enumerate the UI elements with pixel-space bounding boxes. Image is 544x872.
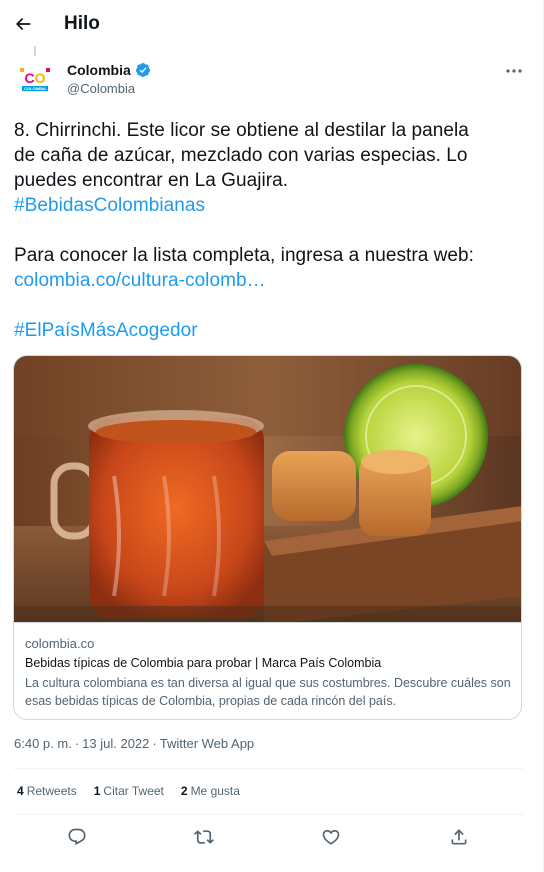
- tweet-text-line: de caña de azúcar, mezclado con varias e…: [14, 145, 468, 166]
- verified-badge-icon: [135, 63, 150, 77]
- reply-button[interactable]: [66, 826, 88, 848]
- quotes-count: 1: [93, 784, 101, 798]
- likes-label: Me gusta: [190, 784, 240, 798]
- retweets-stat[interactable]: 4 Retweets: [17, 784, 77, 798]
- page-title: Hilo: [64, 13, 100, 34]
- tweet-stats: 4 Retweets 1 Citar Tweet 2 Me gusta: [17, 784, 240, 798]
- thread-page: Hilo CO COLOMBIA Colombia @Colombia 8. C…: [0, 0, 544, 872]
- link-preview-card[interactable]: colombia.co Bebidas típicas de Colombia …: [13, 355, 522, 720]
- retweet-button[interactable]: [193, 826, 215, 848]
- likes-count: 2: [180, 784, 188, 798]
- heart-icon: [322, 829, 340, 845]
- author-handle[interactable]: @Colombia: [67, 81, 135, 96]
- arrow-left-icon: [16, 18, 31, 30]
- retweets-count: 4: [17, 784, 24, 798]
- tweet-text-line: 8. Chirrinchi. Este licor se obtiene al …: [14, 120, 469, 141]
- tweet-date[interactable]: 13 jul. 2022: [82, 736, 149, 751]
- meta-separator: ·: [74, 736, 80, 751]
- quotes-label: Citar Tweet: [103, 784, 164, 798]
- avatar[interactable]: CO COLOMBIA: [16, 61, 54, 99]
- svg-text:COLOMBIA: COLOMBIA: [24, 86, 46, 91]
- colombia-logo: CO COLOMBIA: [19, 67, 51, 93]
- tweet-source-app[interactable]: Twitter Web App: [160, 736, 254, 751]
- tweet-text-line: Para conocer la lista completa, ingresa …: [14, 245, 474, 266]
- like-button[interactable]: [320, 826, 342, 848]
- hashtag-link[interactable]: #ElPaísMásAcogedor: [14, 318, 524, 343]
- svg-text:CO: CO: [24, 70, 45, 86]
- reply-icon: [68, 828, 86, 846]
- author-name-text: Colombia: [67, 62, 131, 78]
- retweets-label: Retweets: [26, 784, 77, 798]
- retweet-icon: [194, 830, 214, 844]
- tweet-actions: [14, 820, 523, 854]
- tweet-text-line: puedes encontrar en La Guajira.: [14, 170, 289, 191]
- author-name[interactable]: Colombia: [67, 62, 151, 78]
- url-link[interactable]: colombia.co/cultura-colomb…: [14, 268, 524, 293]
- more-options-button[interactable]: [502, 62, 526, 80]
- thread-connector-line: [34, 46, 36, 56]
- card-image: [14, 356, 521, 622]
- card-description: La cultura colombiana es tan diversa al …: [25, 676, 511, 708]
- divider: [14, 814, 523, 815]
- tweet-text: 8. Chirrinchi. Este licor se obtiene al …: [14, 118, 524, 343]
- hashtag-link[interactable]: #BebidasColombianas: [14, 193, 524, 218]
- share-icon: [451, 829, 467, 845]
- meta-separator: ·: [152, 736, 157, 751]
- divider: [14, 768, 523, 769]
- back-button[interactable]: [10, 9, 36, 39]
- card-domain: colombia.co: [25, 636, 95, 651]
- quotes-stat[interactable]: 1 Citar Tweet: [94, 784, 164, 798]
- more-icon: [506, 69, 522, 73]
- share-button[interactable]: [448, 826, 470, 848]
- likes-stat[interactable]: 2 Me gusta: [181, 784, 240, 798]
- tweet-metadata: 6:40 p. m. · 13 jul. 2022 · Twitter Web App: [14, 736, 254, 751]
- card-title: Bebidas típicas de Colombia para probar …: [25, 656, 382, 670]
- card-body: colombia.co Bebidas típicas de Colombia …: [14, 622, 521, 719]
- thread-header: Hilo: [0, 0, 543, 50]
- tweet-time[interactable]: 6:40 p. m.: [14, 736, 72, 751]
